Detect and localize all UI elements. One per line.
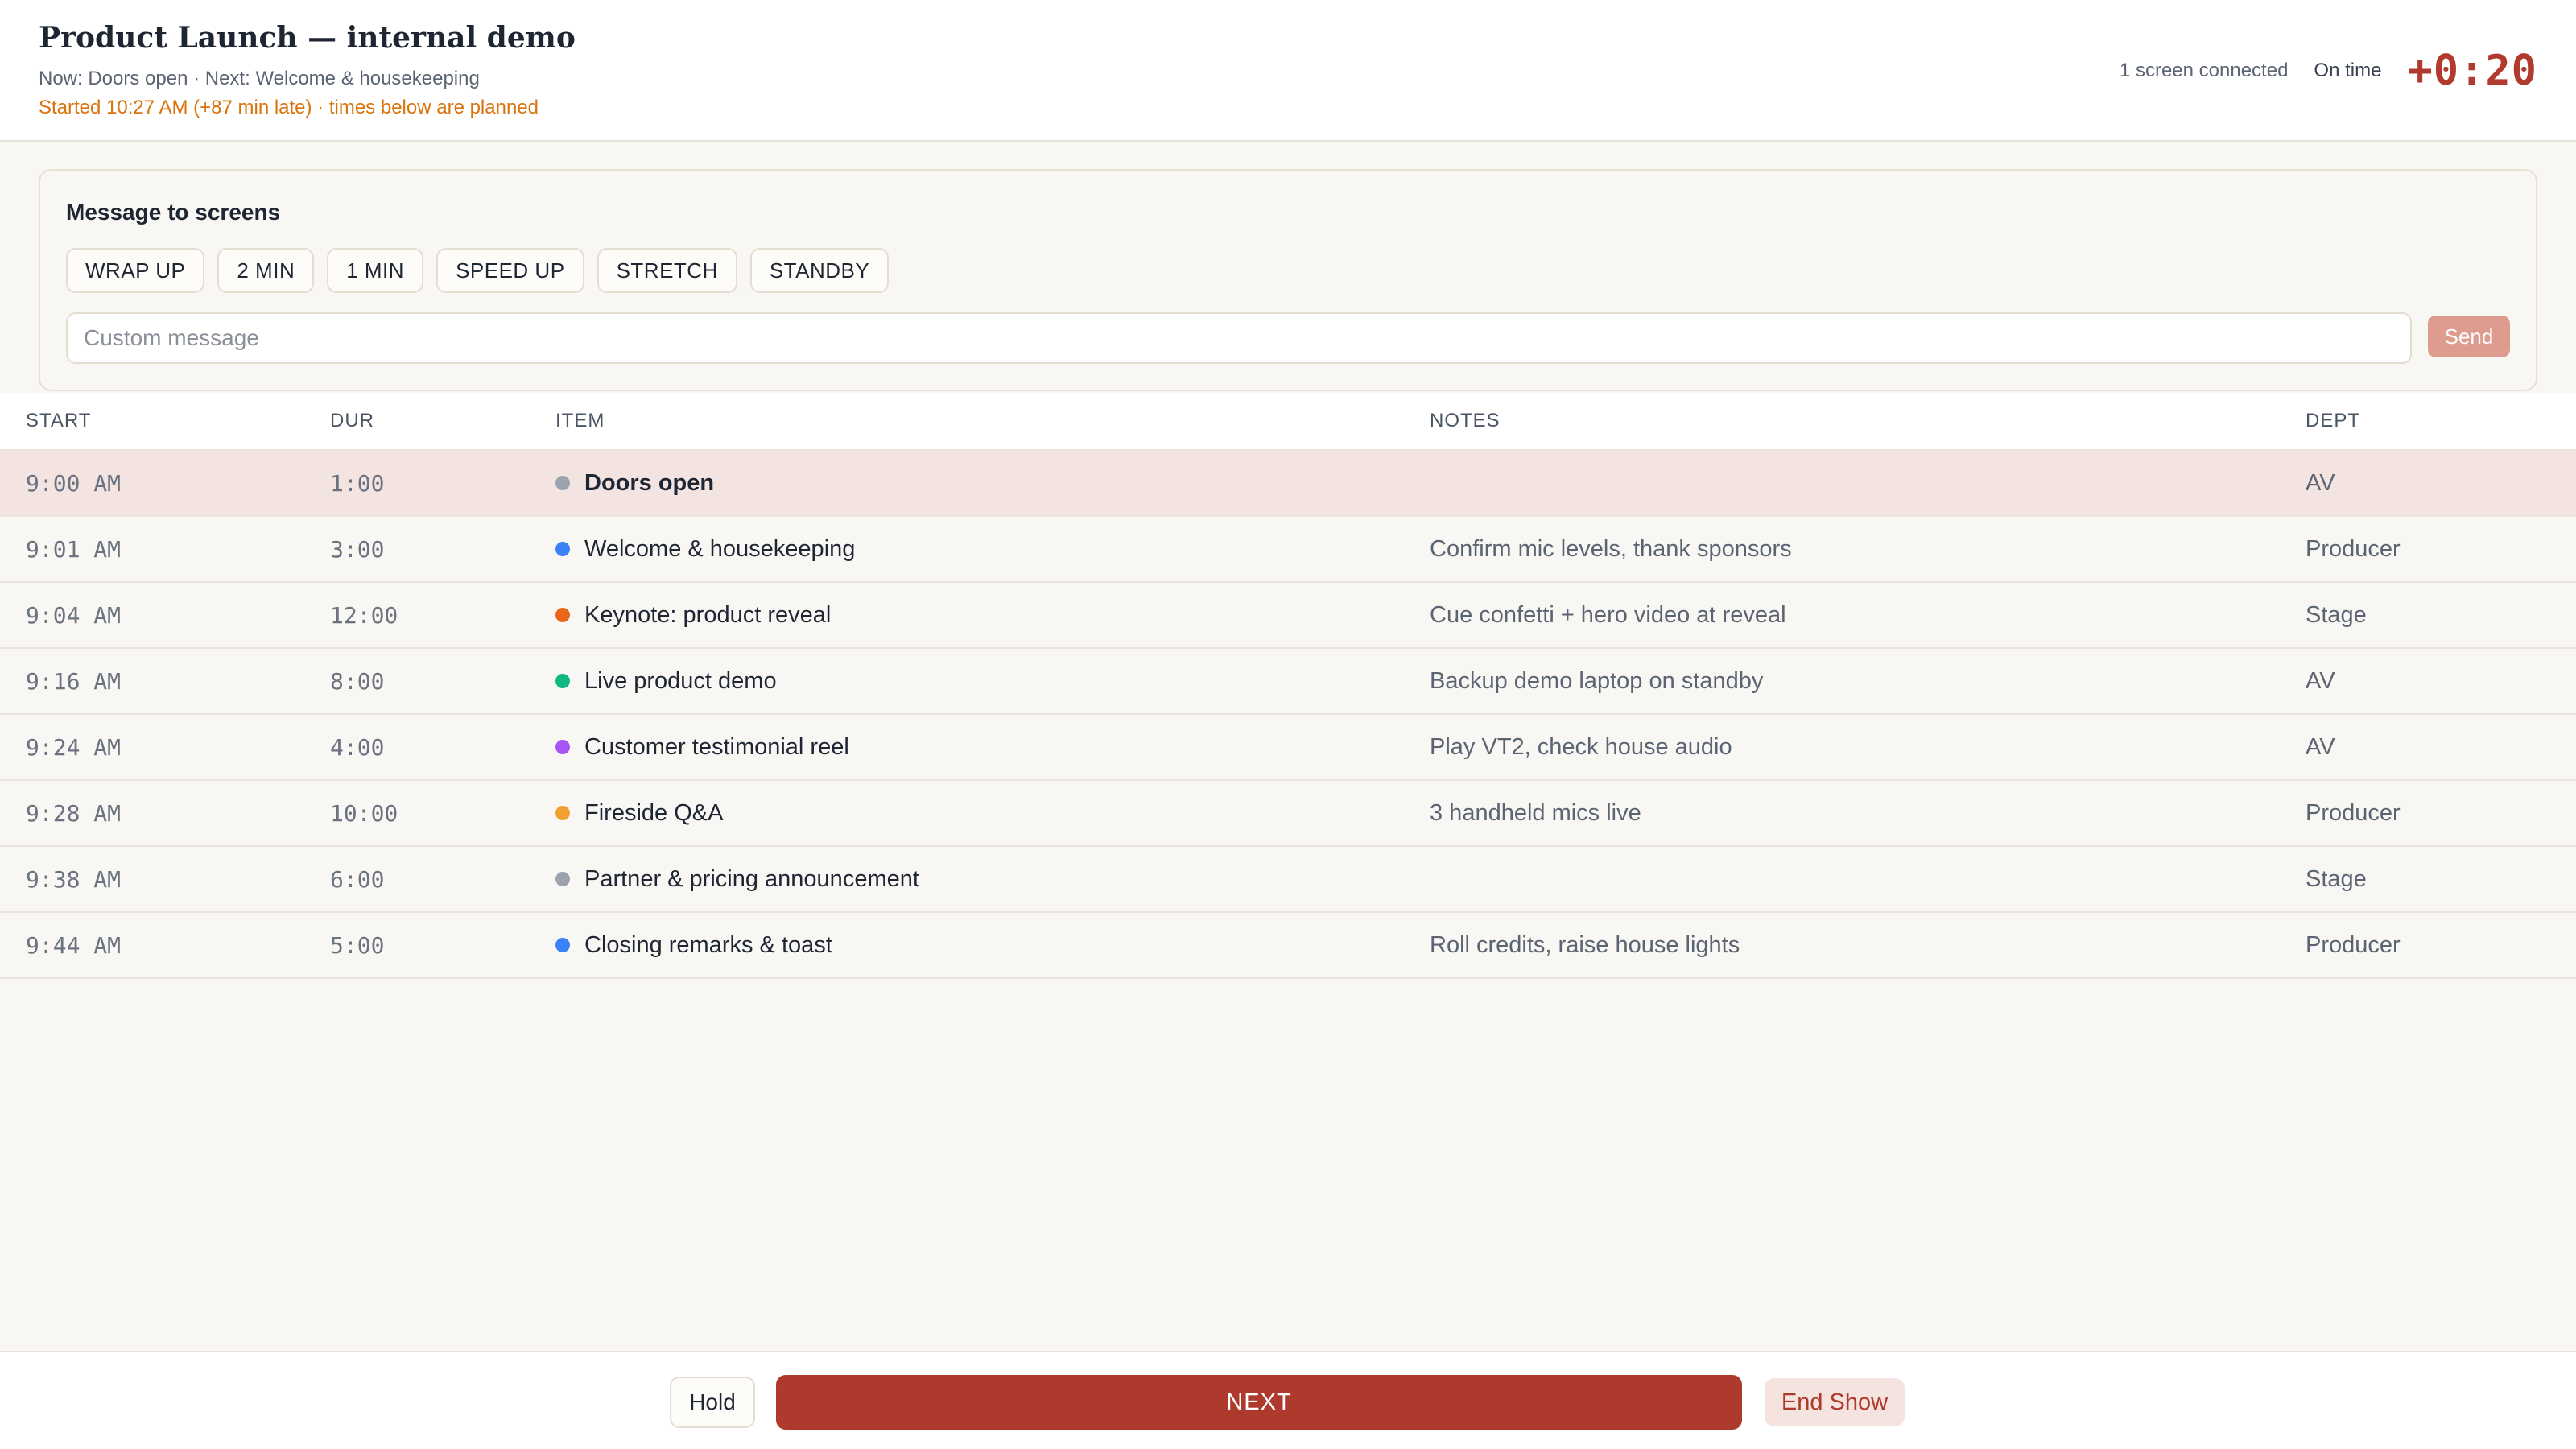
row-duration: 5:00	[330, 931, 385, 959]
row-item: Doors open	[555, 451, 714, 515]
table-row[interactable]: 9:24 AM 4:00 Customer testimonial reel Play…	[0, 715, 2576, 781]
row-dept: Producer	[2306, 799, 2401, 826]
row-start-time: 9:38 AM	[26, 865, 122, 893]
row-item: Welcome & housekeeping	[555, 517, 855, 581]
row-item: Keynote: product reveal	[555, 583, 831, 647]
row-item-label: Doors open	[584, 469, 715, 496]
row-item: Fireside Q&A	[555, 781, 723, 845]
table-row[interactable]: 9:04 AM 12:00 Keynote: product reveal Cue c…	[0, 583, 2576, 649]
row-start-time: 9:16 AM	[26, 667, 122, 695]
row-start-time: 9:28 AM	[26, 799, 122, 827]
end-show-button[interactable]: End Show	[1765, 1378, 1905, 1426]
rundown-table-body: 9:00 AM 1:00 Doors open AV 9:01 AM 3:00 Welcom…	[0, 451, 2576, 979]
table-row-current[interactable]: 9:00 AM 1:00 Doors open AV	[0, 451, 2576, 517]
message-panel: Message to screens WRAP UP 2 MIN 1 MIN S…	[39, 169, 2537, 391]
page-title: Product Launch — internal demo	[39, 21, 576, 55]
row-item-label: Partner & pricing announcement	[584, 865, 919, 892]
table-row[interactable]: 9:44 AM 5:00 Closing remarks & toast Roll c…	[0, 913, 2576, 979]
row-dept: AV	[2306, 667, 2335, 694]
row-item: Closing remarks & toast	[555, 913, 832, 977]
row-duration: 12:00	[330, 601, 398, 629]
row-notes: Roll credits, raise house lights	[1430, 931, 1740, 958]
row-duration: 1:00	[330, 469, 385, 497]
row-dept: Stage	[2306, 601, 2367, 628]
row-item-label: Customer testimonial reel	[584, 733, 849, 760]
row-dept: Producer	[2306, 535, 2401, 562]
row-item-label: Closing remarks & toast	[584, 931, 832, 958]
row-item-label: Keynote: product reveal	[584, 601, 832, 628]
row-item-label: Live product demo	[584, 667, 777, 694]
row-dept: Stage	[2306, 865, 2367, 892]
row-item-label: Fireside Q&A	[584, 799, 724, 826]
row-start-time: 9:44 AM	[26, 931, 122, 959]
preset-speed-up-button[interactable]: SPEED UP	[436, 248, 584, 293]
hold-button[interactable]: Hold	[670, 1377, 755, 1428]
row-duration: 4:00	[330, 733, 385, 761]
status-dot-icon	[555, 542, 570, 556]
status-dot-icon	[555, 872, 570, 886]
column-header-notes: NOTES	[1430, 410, 1501, 431]
row-item: Partner & pricing announcement	[555, 847, 919, 911]
row-duration: 3:00	[330, 535, 385, 563]
row-dept: Producer	[2306, 931, 2401, 958]
footer-controls: Hold NEXT End Show	[0, 1351, 2576, 1449]
row-item-label: Welcome & housekeeping	[584, 535, 856, 562]
next-button[interactable]: NEXT	[776, 1375, 1742, 1430]
header-status-group: 1 screen connected On time +0:20	[2120, 47, 2537, 95]
preset-2-min-button[interactable]: 2 MIN	[217, 248, 315, 293]
table-row[interactable]: 9:01 AM 3:00 Welcome & housekeeping Confirm…	[0, 517, 2576, 583]
row-dept: AV	[2306, 469, 2335, 496]
table-row[interactable]: 9:38 AM 6:00 Partner & pricing announcemen…	[0, 847, 2576, 913]
status-dot-icon	[555, 476, 570, 490]
time-offset-display: +0:20	[2407, 47, 2537, 95]
send-button[interactable]: Send	[2428, 316, 2510, 357]
late-notice: Started 10:27 AM (+87 min late) · times …	[39, 97, 539, 118]
row-dept: AV	[2306, 733, 2335, 760]
row-notes: Cue confetti + hero video at reveal	[1430, 601, 1786, 628]
row-item: Live product demo	[555, 649, 777, 713]
status-dot-icon	[555, 740, 570, 754]
now-next-status: Now: Doors open · Next: Welcome & housek…	[39, 68, 480, 89]
header-bar: Product Launch — internal demo Now: Door…	[0, 0, 2576, 142]
status-dot-icon	[555, 806, 570, 820]
message-panel-title: Message to screens	[66, 200, 281, 225]
preset-1-min-button[interactable]: 1 MIN	[327, 248, 424, 293]
preset-wrap-up-button[interactable]: WRAP UP	[66, 248, 205, 293]
status-dot-icon	[555, 938, 570, 952]
row-start-time: 9:24 AM	[26, 733, 122, 761]
rundown-table-header: START DUR ITEM NOTES DEPT	[0, 393, 2576, 451]
screens-connected-status: 1 screen connected	[2119, 60, 2289, 81]
preset-stretch-button[interactable]: STRETCH	[597, 248, 737, 293]
table-row[interactable]: 9:28 AM 10:00 Fireside Q&A 3 handheld mics …	[0, 781, 2576, 847]
row-notes: Confirm mic levels, thank sponsors	[1430, 535, 1792, 562]
preset-standby-button[interactable]: STANDBY	[749, 248, 890, 293]
column-header-dept: DEPT	[2306, 410, 2361, 431]
row-duration: 6:00	[330, 865, 385, 893]
row-start-time: 9:00 AM	[26, 469, 122, 497]
message-presets: WRAP UP 2 MIN 1 MIN SPEED UP STRETCH STA…	[66, 248, 890, 293]
column-header-dur: DUR	[330, 410, 374, 431]
row-notes: Backup demo laptop on standby	[1430, 667, 1764, 694]
row-start-time: 9:04 AM	[26, 601, 122, 629]
timing-status: On time	[2314, 60, 2382, 81]
row-duration: 10:00	[330, 799, 398, 827]
row-start-time: 9:01 AM	[26, 535, 122, 563]
status-dot-icon	[555, 674, 570, 688]
row-item: Customer testimonial reel	[555, 715, 849, 779]
column-header-start: START	[26, 410, 92, 431]
row-notes: 3 handheld mics live	[1430, 799, 1641, 826]
status-dot-icon	[555, 608, 570, 622]
custom-message-input[interactable]	[66, 312, 2412, 364]
table-row[interactable]: 9:16 AM 8:00 Live product demo Backup demo …	[0, 649, 2576, 715]
row-duration: 8:00	[330, 667, 385, 695]
row-notes: Play VT2, check house audio	[1430, 733, 1732, 760]
column-header-item: ITEM	[555, 410, 605, 431]
